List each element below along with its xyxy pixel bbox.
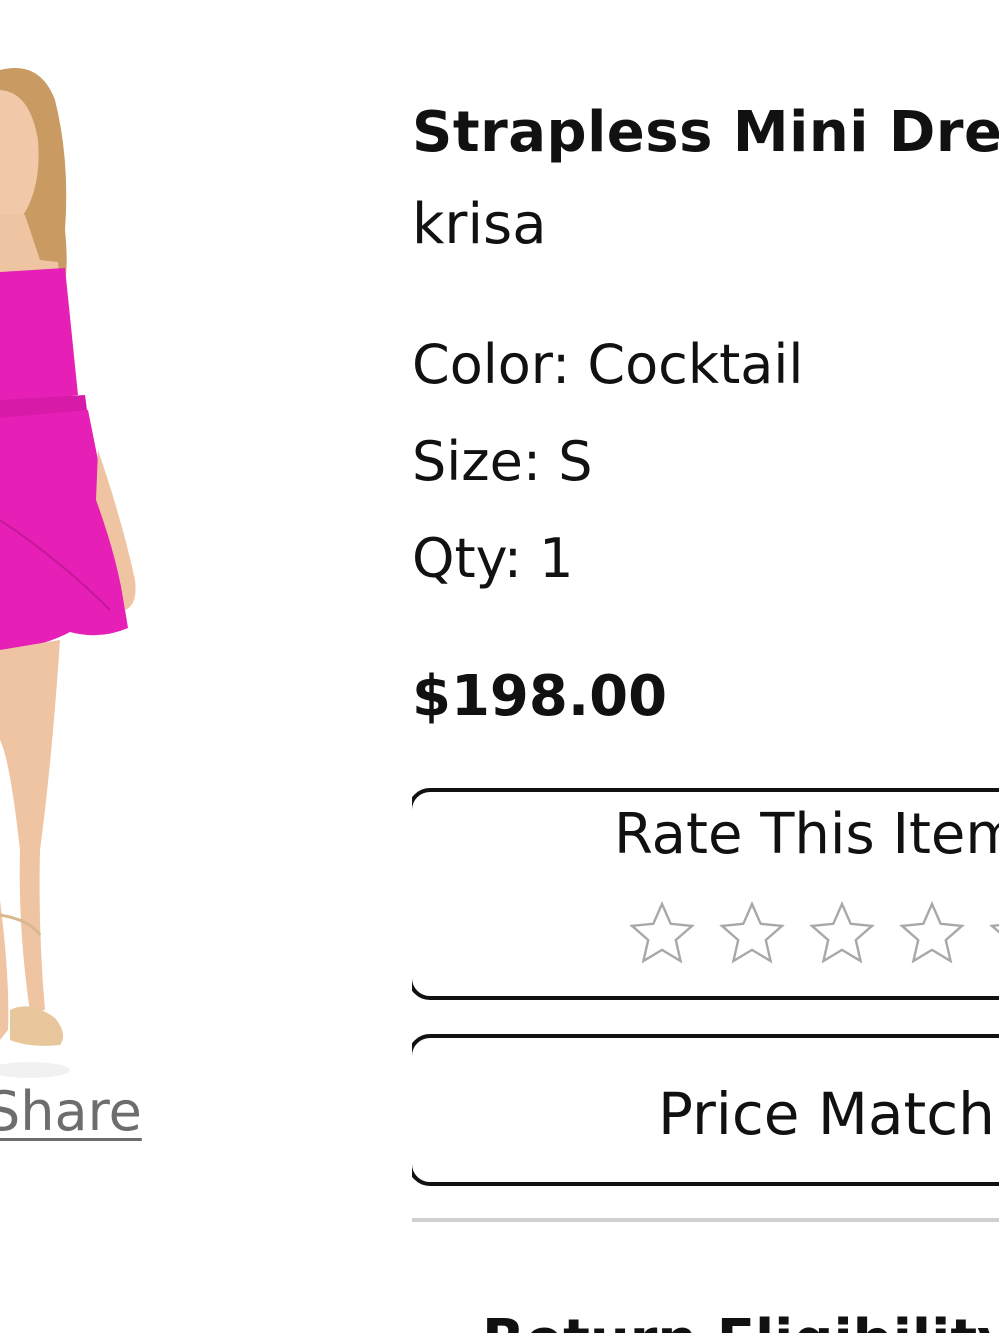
star-icon[interactable] xyxy=(986,898,999,970)
product-image[interactable] xyxy=(0,0,240,1100)
star-icon[interactable] xyxy=(896,898,968,970)
rate-item-box: Rate This Item xyxy=(412,788,999,1000)
star-icon[interactable] xyxy=(626,898,698,970)
section-divider xyxy=(412,1218,999,1222)
product-color: Color: Cocktail xyxy=(412,333,804,396)
price-match-label: Price Match xyxy=(658,1080,995,1148)
return-eligibility-heading: Return Eligibility xyxy=(482,1308,999,1333)
product-price: $198.00 xyxy=(412,664,668,729)
rating-stars xyxy=(626,898,999,970)
share-link[interactable]: Share xyxy=(0,1080,142,1143)
product-brand[interactable]: krisa xyxy=(412,192,547,257)
product-qty: Qty: 1 xyxy=(412,527,574,590)
product-title: Strapless Mini Dress xyxy=(412,100,999,165)
star-icon[interactable] xyxy=(716,898,788,970)
product-size: Size: S xyxy=(412,430,593,493)
price-match-button[interactable]: Price Match xyxy=(412,1034,999,1186)
star-icon[interactable] xyxy=(806,898,878,970)
rate-item-label: Rate This Item xyxy=(614,802,999,867)
product-details: Strapless Mini Dress krisa Color: Cockta… xyxy=(412,0,999,1333)
product-photo xyxy=(0,0,240,1100)
